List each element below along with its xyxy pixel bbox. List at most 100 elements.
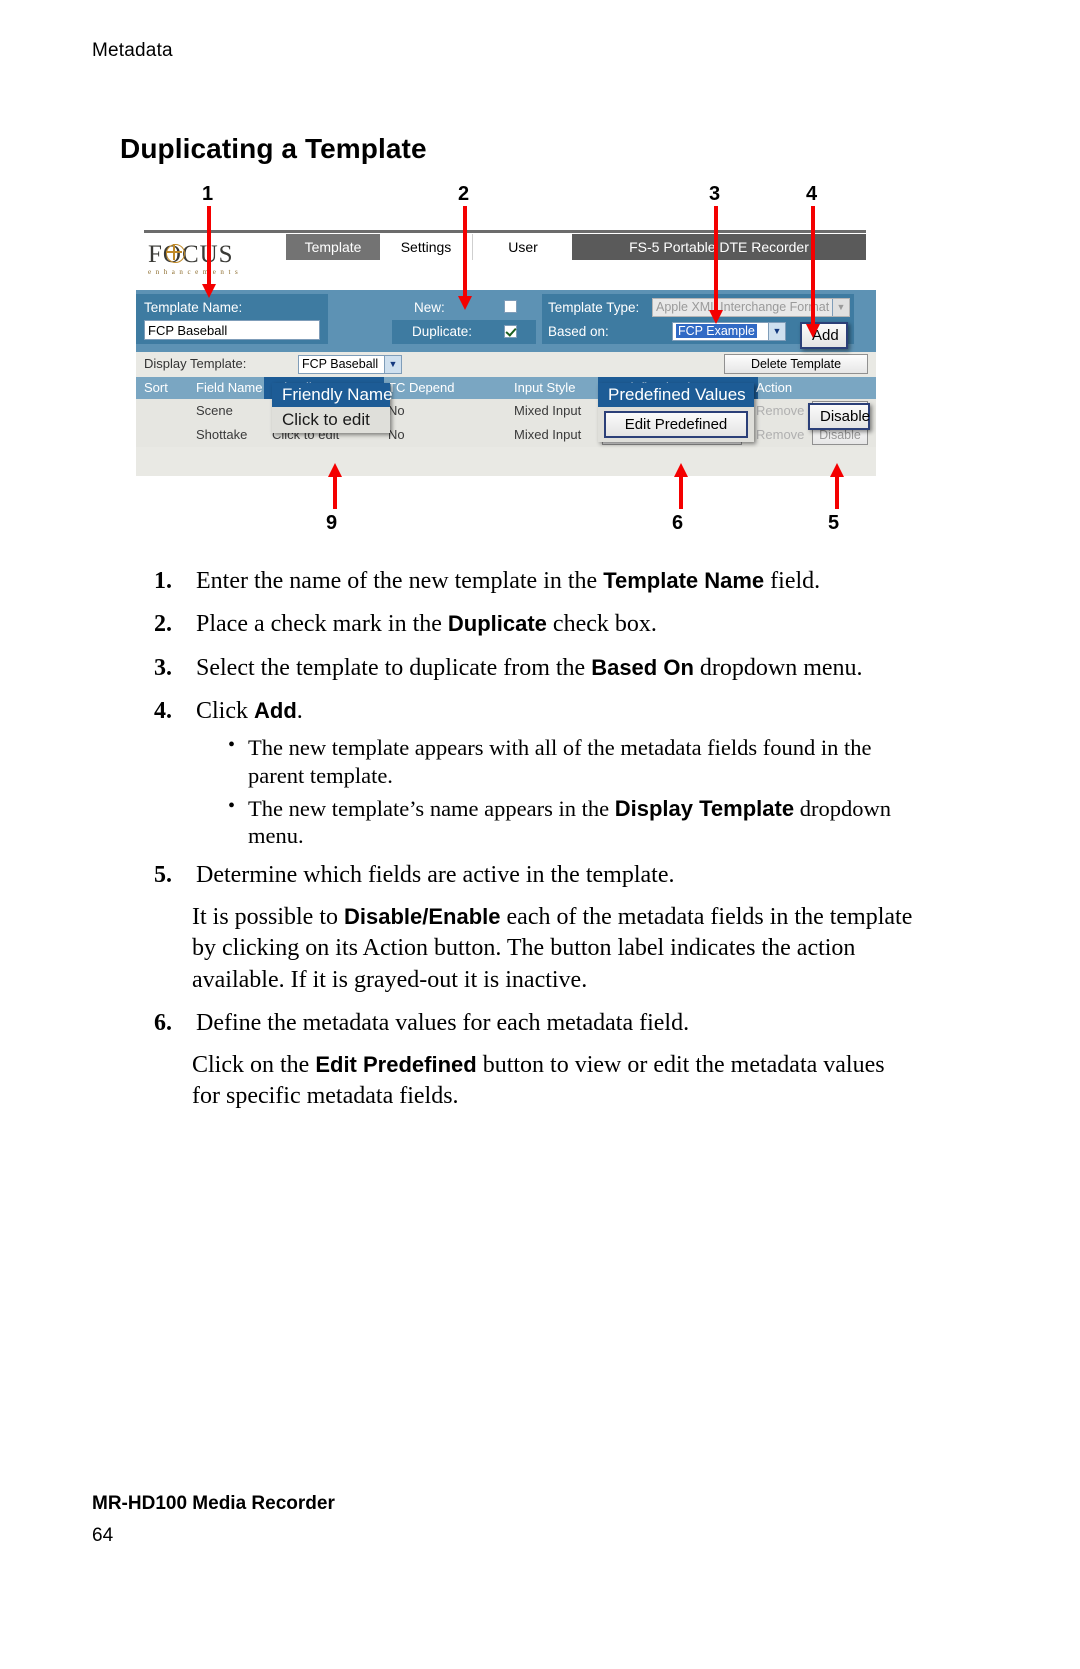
- table-row[interactable]: Shottake Click to edit No Mixed Input Ed…: [136, 423, 876, 447]
- magnified-friendly-name-cell[interactable]: Click to edit: [272, 407, 390, 433]
- callout-number-6: 6: [672, 512, 684, 534]
- bullet-2-text-a: The new template’s name appears in the: [248, 795, 615, 821]
- step-3-text-b: dropdown menu.: [693, 654, 863, 681]
- template-form-band: Template Name: FCP Baseball New: Duplica…: [136, 290, 876, 352]
- template-grid-area: Display Template: FCP Baseball ▼ Delete …: [136, 352, 876, 476]
- callout-number-2: 2: [458, 183, 470, 205]
- app-header: FOCUS e n h a n c e m e n t s Template S…: [136, 218, 876, 290]
- cell-field-name: Shottake: [196, 427, 248, 442]
- step-4-number: 4.: [154, 698, 172, 725]
- template-type-value: Apple XML Interchange Format: [656, 300, 830, 314]
- step-2-bold: Duplicate: [447, 611, 547, 637]
- magnified-disable: Disable: [808, 403, 870, 430]
- step-4-bold: Add: [254, 698, 297, 724]
- grid-header-row: Sort Field Name Friendly Name TC Depend …: [136, 377, 876, 399]
- header-divider: [144, 230, 866, 233]
- chevron-down-icon[interactable]: ▼: [768, 323, 785, 340]
- callout-arrow-4: [806, 206, 820, 338]
- callout-arrow-1: [202, 206, 216, 298]
- step-6: 6. Define the metadata values for each me…: [148, 1008, 908, 1039]
- step-4-bullets: • The new template appears with all of th…: [148, 734, 908, 851]
- step-5-number: 5.: [154, 862, 172, 889]
- step-2-text-b: check box.: [546, 611, 657, 638]
- callout-number-3: 3: [709, 183, 721, 205]
- running-head: Metadata: [92, 40, 173, 61]
- callout-arrow-6: [674, 463, 688, 509]
- bullet-icon: •: [228, 733, 236, 756]
- footer-page-number: 64: [92, 1525, 114, 1546]
- chevron-down-icon[interactable]: ▼: [384, 356, 401, 373]
- magnified-predefined-cellwrap: Edit Predefined: [598, 407, 754, 442]
- callout-arrow-3: [709, 206, 723, 324]
- callout-number-1: 1: [202, 183, 214, 205]
- footer-product-name: MR-HD100 Media Recorder: [92, 1493, 335, 1514]
- template-type-dropdown[interactable]: Apple XML Interchange Format ▼: [652, 298, 850, 317]
- callout-arrow-9: [328, 463, 342, 509]
- magnified-predefined-values-header: Predefined Values: [598, 383, 754, 407]
- cell-remove-button: Remove: [756, 427, 805, 442]
- tab-user[interactable]: User: [472, 234, 573, 260]
- step-4-text-a: Click: [196, 698, 254, 725]
- based-on-value: FCP Example: [676, 324, 757, 338]
- based-on-dropdown[interactable]: FCP Example ▼: [672, 322, 786, 341]
- magnified-friendly-name-header: Friendly Name: [272, 383, 393, 407]
- step-1-bold: Template Name: [603, 568, 765, 593]
- template-name-label: Template Name:: [144, 300, 243, 315]
- callout-number-4: 4: [806, 183, 818, 205]
- callout-arrow-5: [830, 463, 844, 509]
- step-3-text-a: Select the template to duplicate from th…: [196, 654, 592, 681]
- template-name-input[interactable]: FCP Baseball: [144, 320, 320, 340]
- step-1-number: 1.: [154, 568, 172, 594]
- bullet-icon: •: [228, 794, 236, 817]
- step-2: 2. Place a check mark in the Duplicate ch…: [148, 609, 908, 640]
- step-2-text-a: Place a check mark in the: [196, 611, 448, 638]
- grid-header-action[interactable]: Action: [756, 377, 860, 399]
- bullet-2-bold: Display Template: [614, 795, 795, 821]
- duplicate-checkbox[interactable]: [504, 325, 517, 338]
- step-5-note-bold: Disable/Enable: [344, 903, 501, 929]
- step-6-note-text-a: Click on the: [192, 1051, 316, 1078]
- template-name-panel: Template Name: FCP Baseball: [136, 294, 328, 344]
- table-row[interactable]: Scene Click to edit No Mixed Input Edit …: [136, 399, 876, 423]
- step-3-number: 3.: [154, 654, 172, 681]
- grid-header-sort[interactable]: Sort: [144, 377, 192, 399]
- step-3: 3. Select the template to duplicate from …: [148, 653, 908, 684]
- display-template-value: FCP Baseball: [302, 357, 379, 371]
- delete-template-button[interactable]: Delete Template: [724, 354, 868, 374]
- step-4-text-b: .: [296, 698, 303, 725]
- callout-number-5: 5: [828, 512, 840, 534]
- step-5-note-text-a: It is possible to: [192, 903, 345, 930]
- step-5: 5. Determine which fields are active in t…: [148, 860, 908, 891]
- step-6-note: Click on the Edit Predefined button to v…: [148, 1050, 892, 1113]
- bullet-1-text-a: The new template appears with all of the…: [248, 734, 872, 788]
- figure-duplicating-template: 1 2 3 4 9 6 5 FOCUS e n h a n c e m e n …: [136, 176, 876, 546]
- magnified-disable-button[interactable]: Disable: [808, 403, 870, 430]
- globe-icon: [166, 244, 185, 263]
- display-template-label: Display Template:: [144, 356, 247, 371]
- list-item: • The new template’s name appears in the …: [226, 795, 908, 851]
- cell-remove-button: Remove: [756, 403, 805, 418]
- callout-number-9: 9: [326, 512, 338, 534]
- new-label: New:: [414, 300, 445, 315]
- magnified-friendly-name: Friendly Name Click to edit: [272, 383, 393, 433]
- grid-header-tc-depend[interactable]: TC Depend: [388, 377, 492, 399]
- magnified-predefined-values: Predefined Values Edit Predefined: [598, 383, 754, 442]
- display-template-dropdown[interactable]: FCP Baseball ▼: [298, 355, 402, 374]
- step-6-number: 6.: [154, 1010, 172, 1037]
- based-on-label: Based on:: [548, 324, 609, 339]
- new-checkbox[interactable]: [504, 300, 517, 313]
- tab-template[interactable]: Template: [286, 234, 380, 260]
- step-4: 4. Click Add.: [148, 696, 908, 727]
- cell-field-name: Scene: [196, 403, 233, 418]
- step-1-text-a: Enter the name of the new template in th…: [196, 568, 604, 594]
- logo-text: FOCUS: [148, 241, 234, 268]
- cell-tc-depend: No: [388, 427, 405, 442]
- chevron-down-icon[interactable]: ▼: [832, 299, 849, 316]
- display-template-row: Display Template: FCP Baseball ▼ Delete …: [136, 352, 876, 377]
- step-1-text-b: field.: [764, 568, 821, 594]
- app-screenshot: FOCUS e n h a n c e m e n t s Template S…: [136, 218, 876, 476]
- cell-input-style: Mixed Input: [514, 427, 582, 442]
- magnified-edit-predefined-button[interactable]: Edit Predefined: [604, 411, 748, 438]
- template-type-label: Template Type:: [548, 300, 640, 315]
- step-5-note: It is possible to Disable/Enable each of…: [148, 902, 932, 996]
